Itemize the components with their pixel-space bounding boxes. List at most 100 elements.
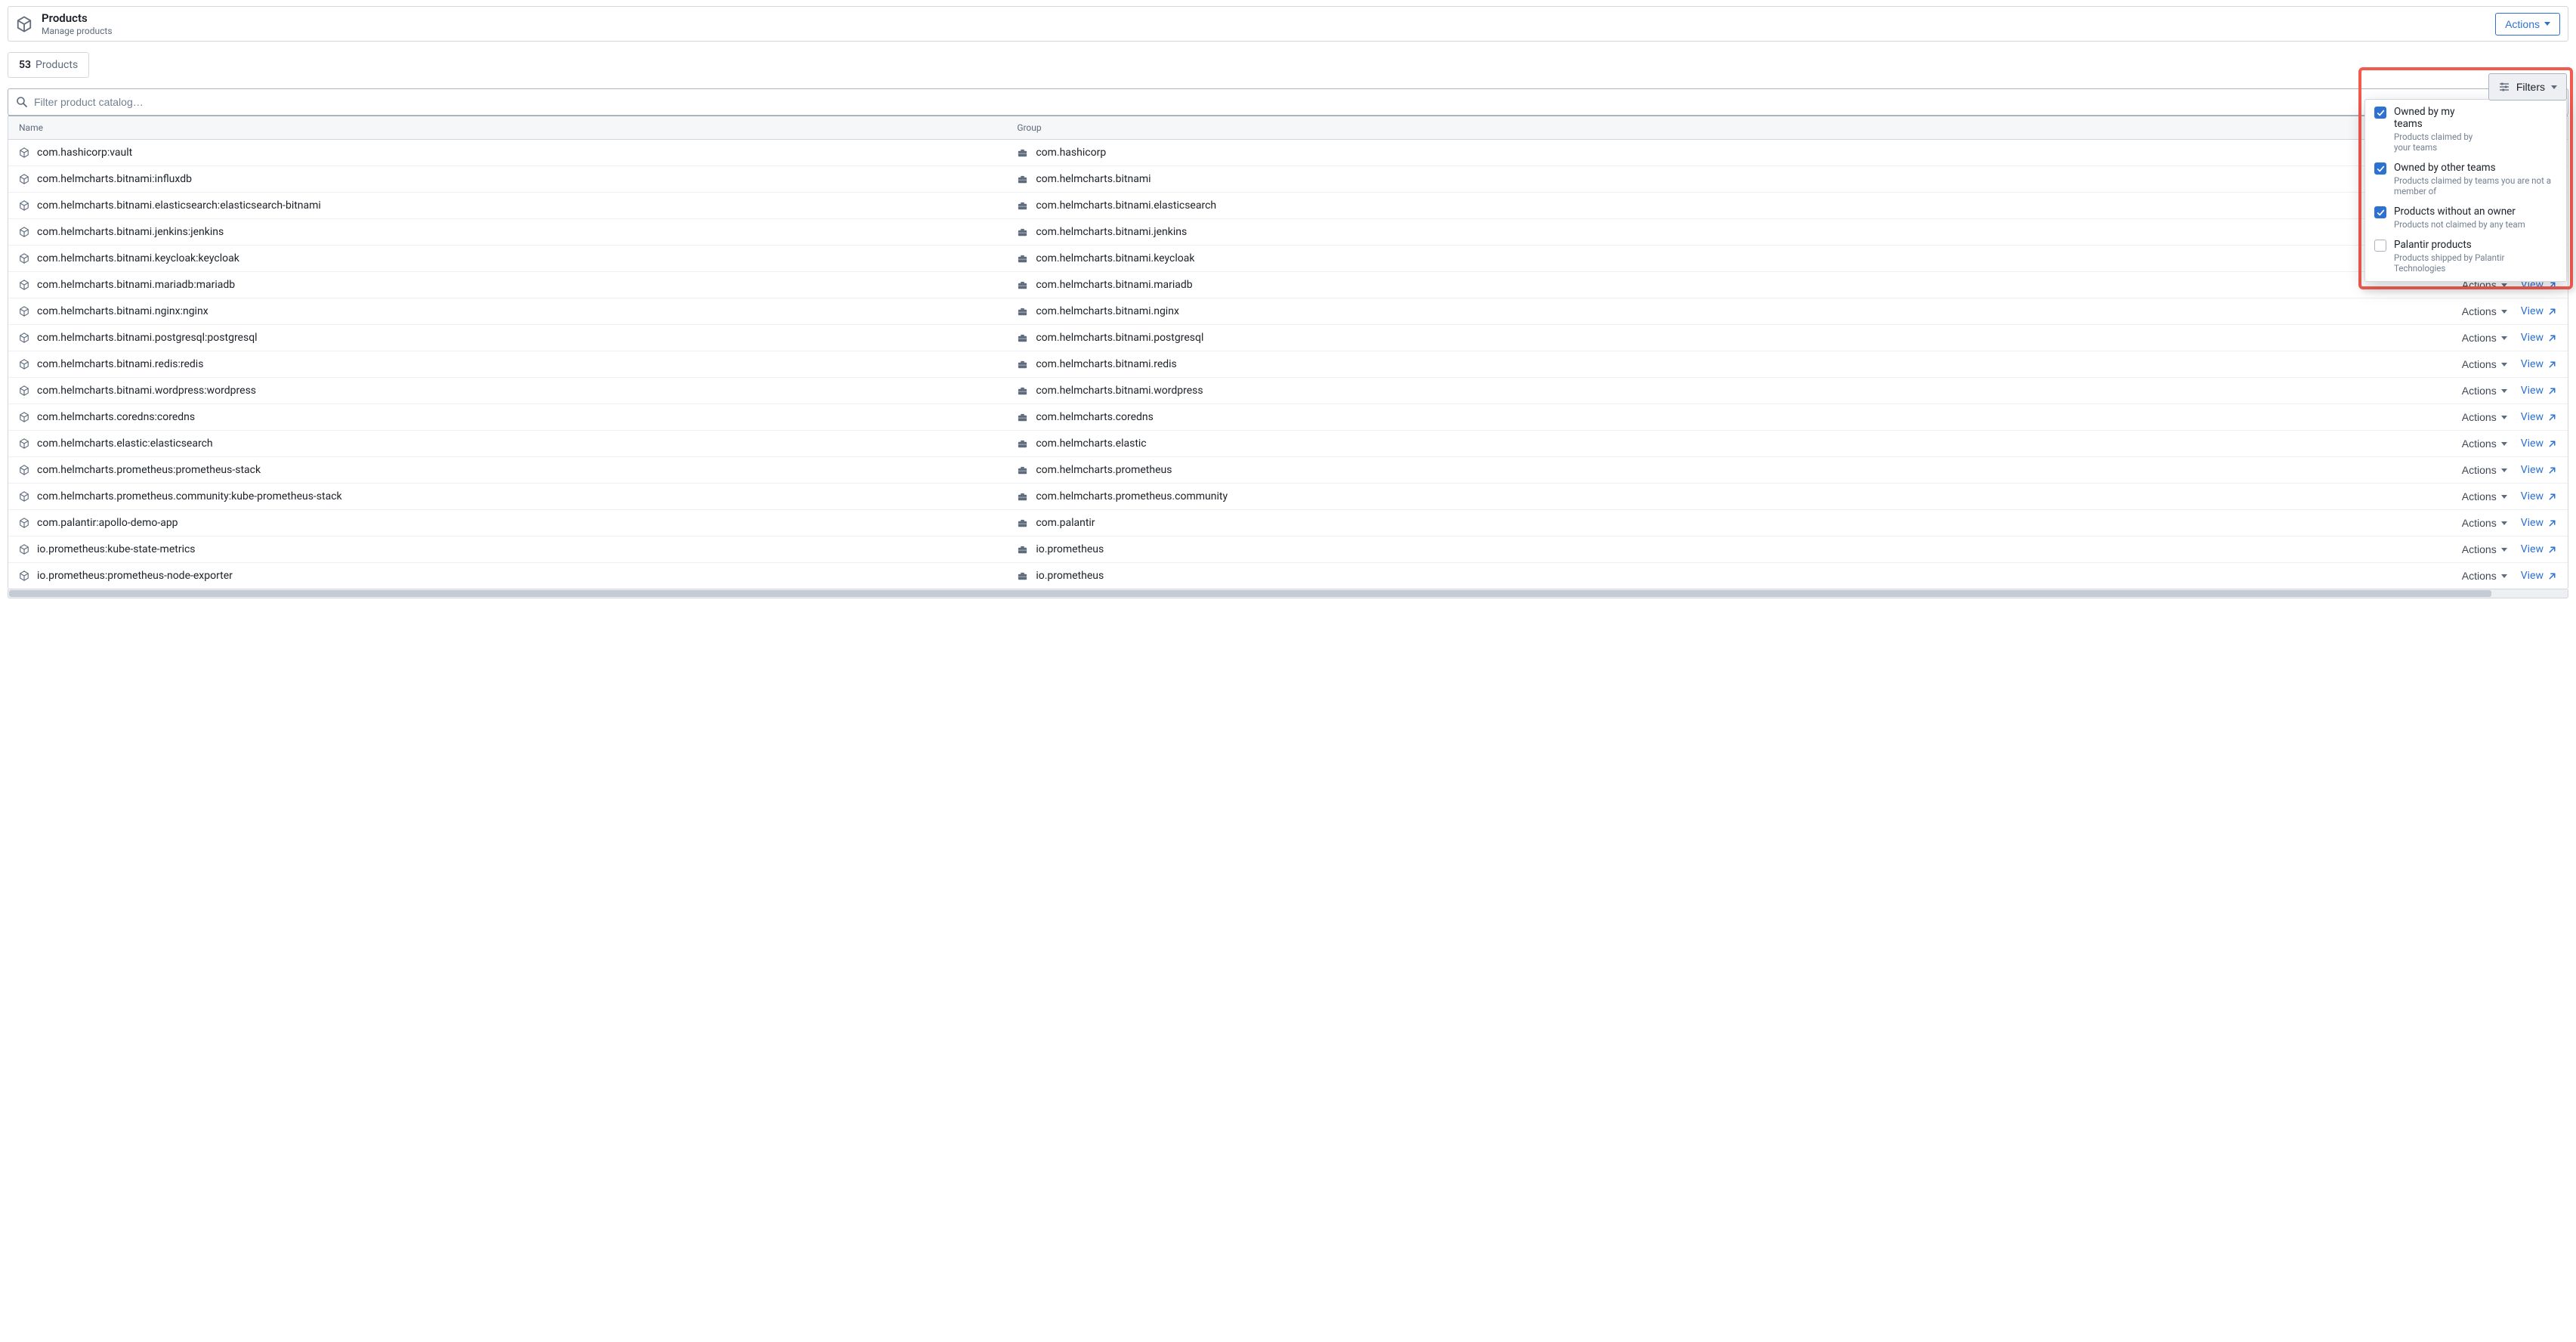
search-input[interactable] bbox=[28, 96, 2560, 108]
row-actions-button[interactable]: Actions bbox=[2462, 490, 2507, 502]
product-icon bbox=[19, 147, 29, 158]
cell-group: io.prometheus bbox=[1006, 536, 2056, 562]
group-icon bbox=[1017, 465, 1028, 476]
product-icon bbox=[19, 200, 29, 211]
view-link[interactable]: View bbox=[2521, 332, 2557, 344]
checkbox[interactable] bbox=[2374, 162, 2386, 175]
row-actions-button[interactable]: Actions bbox=[2462, 464, 2507, 476]
group-name: com.palantir bbox=[1036, 517, 1095, 529]
cell-name: com.helmcharts.elastic:elasticsearch bbox=[8, 431, 1006, 456]
group-name: com.helmcharts.prometheus bbox=[1036, 464, 1172, 476]
row-actions-label: Actions bbox=[2462, 385, 2497, 397]
search-field[interactable] bbox=[8, 88, 2568, 116]
view-link[interactable]: View bbox=[2521, 543, 2557, 555]
view-label: View bbox=[2521, 464, 2544, 476]
cell-group: com.helmcharts.bitnami.elasticsearch bbox=[1006, 193, 2056, 218]
column-group[interactable]: Group bbox=[1006, 116, 2056, 139]
table-row[interactable]: com.helmcharts.bitnami.redis:rediscom.he… bbox=[8, 351, 2568, 378]
product-icon bbox=[19, 306, 29, 317]
products-icon bbox=[16, 16, 32, 32]
search-icon bbox=[16, 96, 28, 108]
filters-button[interactable]: Filters bbox=[2488, 73, 2567, 100]
view-link[interactable]: View bbox=[2521, 490, 2557, 502]
header-actions-button[interactable]: Actions bbox=[2495, 13, 2560, 36]
filter-option[interactable]: Owned by other teamsProducts claimed by … bbox=[2365, 156, 2566, 199]
product-name: com.helmcharts.bitnami:influxdb bbox=[37, 173, 192, 185]
view-label: View bbox=[2521, 543, 2544, 555]
view-link[interactable]: View bbox=[2521, 385, 2557, 397]
view-link[interactable]: View bbox=[2521, 464, 2557, 476]
table-row[interactable]: com.helmcharts.bitnami.elasticsearch:ela… bbox=[8, 193, 2568, 219]
checkbox[interactable] bbox=[2374, 240, 2386, 252]
checkbox[interactable] bbox=[2374, 107, 2386, 119]
group-icon bbox=[1017, 306, 1028, 317]
row-actions-button[interactable]: Actions bbox=[2462, 332, 2507, 344]
table-row[interactable]: com.helmcharts.coredns:corednscom.helmch… bbox=[8, 404, 2568, 431]
row-actions-button[interactable]: Actions bbox=[2462, 411, 2507, 423]
filter-option[interactable]: Palantir productsProducts shipped by Pal… bbox=[2365, 233, 2566, 281]
row-actions-button[interactable]: Actions bbox=[2462, 517, 2507, 529]
cell-name: com.helmcharts.bitnami:influxdb bbox=[8, 166, 1006, 192]
product-icon bbox=[19, 465, 29, 475]
filter-icon bbox=[2498, 81, 2510, 93]
product-name: com.palantir:apollo-demo-app bbox=[37, 517, 178, 529]
row-actions-button[interactable]: Actions bbox=[2462, 305, 2507, 317]
table-row[interactable]: com.helmcharts.bitnami.postgresql:postgr… bbox=[8, 325, 2568, 351]
product-name: com.helmcharts.bitnami.mariadb:mariadb bbox=[37, 279, 235, 291]
row-actions-button[interactable]: Actions bbox=[2462, 438, 2507, 450]
table-row[interactable]: com.helmcharts.bitnami.jenkins:jenkinsco… bbox=[8, 219, 2568, 246]
table-row[interactable]: com.helmcharts.prometheus:prometheus-sta… bbox=[8, 457, 2568, 484]
table-row[interactable]: com.palantir:apollo-demo-app com.palantir… bbox=[8, 510, 2568, 536]
chevron-down-icon bbox=[2501, 574, 2507, 578]
toolbar: Filters Owned by my teamsProducts claime… bbox=[8, 88, 2568, 116]
cell-group: com.helmcharts.bitnami.redis bbox=[1006, 351, 2056, 377]
products-table: Name Group com.hashicorp:vaultcom.hashic… bbox=[8, 115, 2568, 589]
row-actions-button[interactable]: Actions bbox=[2462, 385, 2507, 397]
view-link[interactable]: View bbox=[2521, 517, 2557, 529]
checkbox[interactable] bbox=[2374, 206, 2386, 218]
product-icon bbox=[19, 438, 29, 449]
table-row[interactable]: com.helmcharts.elastic:elasticsearch com.… bbox=[8, 431, 2568, 457]
table-row[interactable]: com.helmcharts.bitnami:influxdb com.helmc… bbox=[8, 166, 2568, 193]
chevron-down-icon bbox=[2501, 389, 2507, 393]
scrollbar-thumb[interactable] bbox=[9, 590, 2491, 597]
table-row[interactable]: io.prometheus:prometheus-node-exporterio… bbox=[8, 563, 2568, 589]
cell-group: com.helmcharts.bitnami bbox=[1006, 166, 2056, 192]
check-icon bbox=[2377, 165, 2385, 173]
tab-products[interactable]: 53 Products bbox=[8, 52, 89, 78]
group-icon bbox=[1017, 518, 1028, 529]
row-actions-button[interactable]: Actions bbox=[2462, 570, 2507, 582]
table-row[interactable]: io.prometheus:kube-state-metricsio.prome… bbox=[8, 536, 2568, 563]
table-row[interactable]: com.helmcharts.bitnami.mariadb:mariadbco… bbox=[8, 272, 2568, 298]
table-row[interactable]: com.helmcharts.bitnami.nginx:nginxcom.he… bbox=[8, 298, 2568, 325]
filter-option[interactable]: Owned by my teamsProducts claimed by you… bbox=[2365, 100, 2488, 156]
row-actions-button[interactable]: Actions bbox=[2462, 543, 2507, 555]
group-name: com.helmcharts.bitnami.elasticsearch bbox=[1036, 199, 1216, 212]
group-name: com.helmcharts.elastic bbox=[1036, 438, 1146, 450]
row-actions-button[interactable]: Actions bbox=[2462, 358, 2507, 370]
open-icon bbox=[2547, 465, 2557, 475]
view-link[interactable]: View bbox=[2521, 305, 2557, 317]
filter-title: Palantir products bbox=[2394, 239, 2557, 251]
open-icon bbox=[2547, 413, 2557, 422]
open-icon bbox=[2547, 360, 2557, 370]
table-row[interactable]: com.hashicorp:vaultcom.hashicorpActionsV… bbox=[8, 140, 2568, 166]
table-row[interactable]: com.helmcharts.prometheus.community:kube… bbox=[8, 484, 2568, 510]
product-icon bbox=[19, 174, 29, 184]
horizontal-scrollbar[interactable] bbox=[8, 589, 2568, 598]
page-subtitle: Manage products bbox=[42, 26, 113, 36]
view-link[interactable]: View bbox=[2521, 570, 2557, 582]
view-link[interactable]: View bbox=[2521, 411, 2557, 423]
table-row[interactable]: com.helmcharts.bitnami.wordpress:wordpre… bbox=[8, 378, 2568, 404]
filter-title: Owned by other teams bbox=[2394, 162, 2557, 174]
view-link[interactable]: View bbox=[2521, 438, 2557, 450]
cell-actions: Actions View bbox=[2056, 563, 2568, 589]
cell-group: com.helmcharts.prometheus.community bbox=[1006, 484, 2056, 509]
product-icon bbox=[19, 385, 29, 396]
column-name[interactable]: Name bbox=[8, 116, 1006, 139]
filter-option[interactable]: Products without an ownerProducts not cl… bbox=[2365, 199, 2566, 233]
view-link[interactable]: View bbox=[2521, 358, 2557, 370]
row-actions-label: Actions bbox=[2462, 490, 2497, 502]
chevron-down-icon bbox=[2501, 468, 2507, 472]
table-row[interactable]: com.helmcharts.bitnami.keycloak:keycloak… bbox=[8, 246, 2568, 272]
